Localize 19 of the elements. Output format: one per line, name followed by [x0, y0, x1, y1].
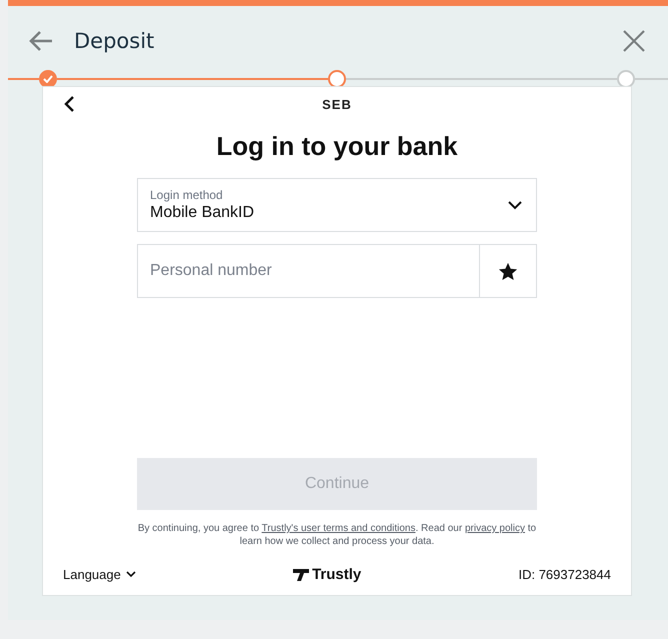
back-arrow-icon[interactable] [28, 30, 54, 52]
legal-link[interactable]: privacy policy [464, 523, 525, 534]
dialog-title: Deposit [74, 29, 156, 53]
chevron-down-icon [508, 200, 522, 210]
legal-text: By continuing, you agree to Trustly's user terms and conditions. Read our privacy policy to learn how we collect and process your data. [137, 522, 537, 548]
login-method-select[interactable]: Login method Mobile BankID [137, 178, 537, 232]
star-icon [498, 262, 518, 280]
login-heading: Log in to your bank [216, 131, 458, 162]
bank-logo: SEB [322, 96, 352, 112]
chevron-down-icon [126, 571, 136, 578]
brand-name: Trustly [312, 566, 362, 583]
trustly-logo-icon [293, 568, 310, 580]
back-chevron-icon[interactable] [63, 95, 75, 113]
close-icon[interactable] [623, 30, 645, 52]
language-selector[interactable]: Language [63, 567, 136, 582]
personal-number-field[interactable]: Personal number [137, 244, 480, 298]
reference-id: ID: 7693723844 [518, 567, 611, 582]
legal-link[interactable]: Trustly's user terms and conditions [262, 523, 416, 534]
favorite-button[interactable] [480, 244, 537, 298]
